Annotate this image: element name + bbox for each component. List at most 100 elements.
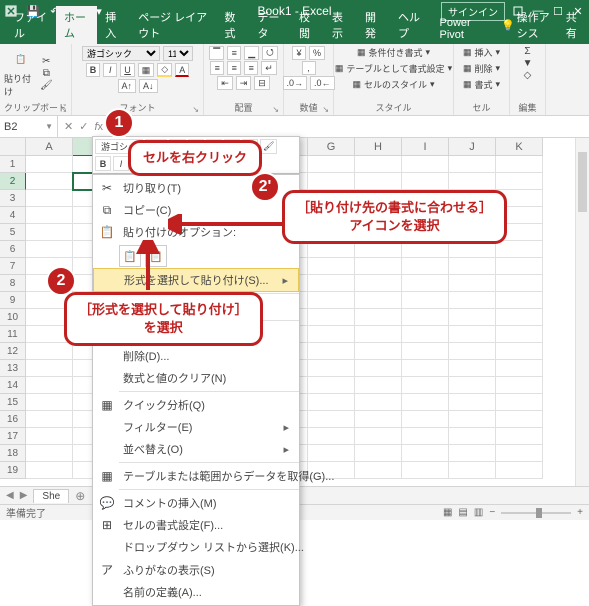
tab-developer[interactable]: 開発 — [357, 6, 390, 44]
col-header[interactable]: K — [496, 138, 543, 156]
launcher-icon[interactable]: ↘ — [60, 105, 67, 114]
zoom-out-button[interactable]: − — [489, 507, 495, 518]
tab-powerpivot[interactable]: Power Pivot — [432, 14, 493, 44]
cell[interactable] — [355, 394, 402, 411]
cancel-formula-icon[interactable]: ✕ — [64, 120, 73, 133]
cell[interactable] — [308, 343, 355, 360]
cell[interactable] — [449, 258, 496, 275]
cell[interactable] — [496, 411, 543, 428]
row-header[interactable]: 9 — [0, 292, 26, 309]
cell[interactable] — [308, 292, 355, 309]
name-box[interactable]: B2▼ — [0, 116, 58, 137]
tab-help[interactable]: ヘルプ — [390, 6, 432, 44]
cell[interactable] — [26, 428, 73, 445]
merge-button[interactable]: ⊟ — [254, 76, 270, 90]
cell[interactable] — [26, 241, 73, 258]
cell[interactable] — [308, 411, 355, 428]
wrap-text-button[interactable]: ↵ — [261, 61, 277, 75]
decrease-font-button[interactable]: A↓ — [139, 79, 158, 93]
align-center-button[interactable]: ≡ — [227, 61, 241, 75]
tab-insert[interactable]: 挿入 — [97, 6, 130, 44]
font-size-select[interactable]: 11 — [163, 46, 193, 61]
align-right-button[interactable]: ≡ — [244, 61, 258, 75]
decrease-indent-button[interactable]: ⇤ — [217, 76, 233, 90]
menu-clear[interactable]: 数式と値のクリア(N) — [93, 367, 299, 389]
cell[interactable] — [355, 411, 402, 428]
cell[interactable] — [26, 343, 73, 360]
fill-icon[interactable]: ▼ — [523, 58, 533, 69]
row-header[interactable]: 14 — [0, 377, 26, 394]
chevron-down-icon[interactable]: ▼ — [45, 122, 53, 131]
cell[interactable] — [308, 360, 355, 377]
cell[interactable] — [496, 428, 543, 445]
row-header[interactable]: 15 — [0, 394, 26, 411]
cell[interactable] — [402, 326, 449, 343]
delete-cells-button[interactable]: ▦削除 ▾ — [463, 62, 500, 75]
col-header[interactable]: H — [355, 138, 402, 156]
mini-bold[interactable]: B — [95, 156, 111, 171]
col-header[interactable]: I — [402, 138, 449, 156]
cell[interactable] — [308, 258, 355, 275]
cell[interactable] — [26, 394, 73, 411]
format-painter-icon[interactable]: 🖌 — [40, 80, 53, 91]
cell[interactable] — [355, 428, 402, 445]
row-header[interactable]: 2 — [0, 173, 26, 190]
zoom-in-button[interactable]: + — [577, 507, 583, 518]
cell[interactable] — [26, 190, 73, 207]
row-header[interactable]: 17 — [0, 428, 26, 445]
new-sheet-button[interactable]: ⊕ — [75, 489, 85, 503]
menu-delete[interactable]: 削除(D)... — [93, 345, 299, 367]
decrease-decimal-button[interactable]: .0← — [310, 76, 335, 90]
row-header[interactable]: 10 — [0, 309, 26, 326]
row-header[interactable]: 4 — [0, 207, 26, 224]
launcher-icon[interactable]: ↘ — [272, 105, 279, 114]
cell[interactable] — [308, 445, 355, 462]
cell[interactable] — [355, 360, 402, 377]
cell[interactable] — [26, 462, 73, 479]
cell[interactable] — [402, 394, 449, 411]
cell[interactable] — [496, 258, 543, 275]
cut-icon[interactable]: ✂ — [40, 56, 53, 67]
insert-cells-button[interactable]: ▦挿入 ▾ — [463, 46, 500, 59]
cell[interactable] — [402, 309, 449, 326]
cell[interactable] — [26, 173, 73, 190]
cell[interactable] — [402, 428, 449, 445]
tab-formulas[interactable]: 数式 — [217, 6, 250, 44]
row-header[interactable]: 6 — [0, 241, 26, 258]
view-normal-icon[interactable]: ▦ — [443, 507, 452, 518]
cell[interactable] — [496, 343, 543, 360]
mini-format-painter[interactable]: 🖌 — [260, 139, 277, 154]
row-header[interactable]: 16 — [0, 411, 26, 428]
orientation-button[interactable]: ⭯ — [262, 46, 278, 60]
sheet-nav-next[interactable]: ▶ — [20, 490, 28, 501]
menu-format-cells[interactable]: ⊞セルの書式設定(F)... — [93, 514, 299, 536]
cell[interactable] — [308, 377, 355, 394]
cell[interactable] — [496, 445, 543, 462]
cell[interactable] — [449, 377, 496, 394]
launcher-icon[interactable]: ↘ — [322, 105, 329, 114]
sheet-nav-prev[interactable]: ◀ — [6, 490, 14, 501]
border-button[interactable]: ▦ — [138, 63, 155, 77]
align-left-button[interactable]: ≡ — [210, 61, 224, 75]
sheet-tab-1[interactable]: She — [33, 489, 69, 503]
underline-button[interactable]: U — [120, 63, 135, 77]
cell[interactable] — [496, 326, 543, 343]
cell[interactable] — [449, 309, 496, 326]
cell[interactable] — [308, 428, 355, 445]
cell[interactable] — [496, 275, 543, 292]
tab-file[interactable]: ファイル — [6, 6, 56, 44]
cell[interactable] — [449, 445, 496, 462]
menu-insert-comment[interactable]: 💬コメントの挿入(M) — [93, 492, 299, 514]
cell[interactable] — [496, 377, 543, 394]
cell[interactable] — [496, 173, 543, 190]
cell[interactable] — [449, 343, 496, 360]
cell[interactable] — [355, 326, 402, 343]
font-color-button[interactable]: A — [175, 63, 189, 77]
cell[interactable] — [26, 360, 73, 377]
cell[interactable] — [496, 394, 543, 411]
tab-view[interactable]: 表示 — [324, 6, 357, 44]
cell[interactable] — [449, 428, 496, 445]
enter-formula-icon[interactable]: ✓ — [79, 120, 88, 133]
zoom-slider[interactable] — [501, 512, 571, 514]
cell[interactable] — [496, 309, 543, 326]
